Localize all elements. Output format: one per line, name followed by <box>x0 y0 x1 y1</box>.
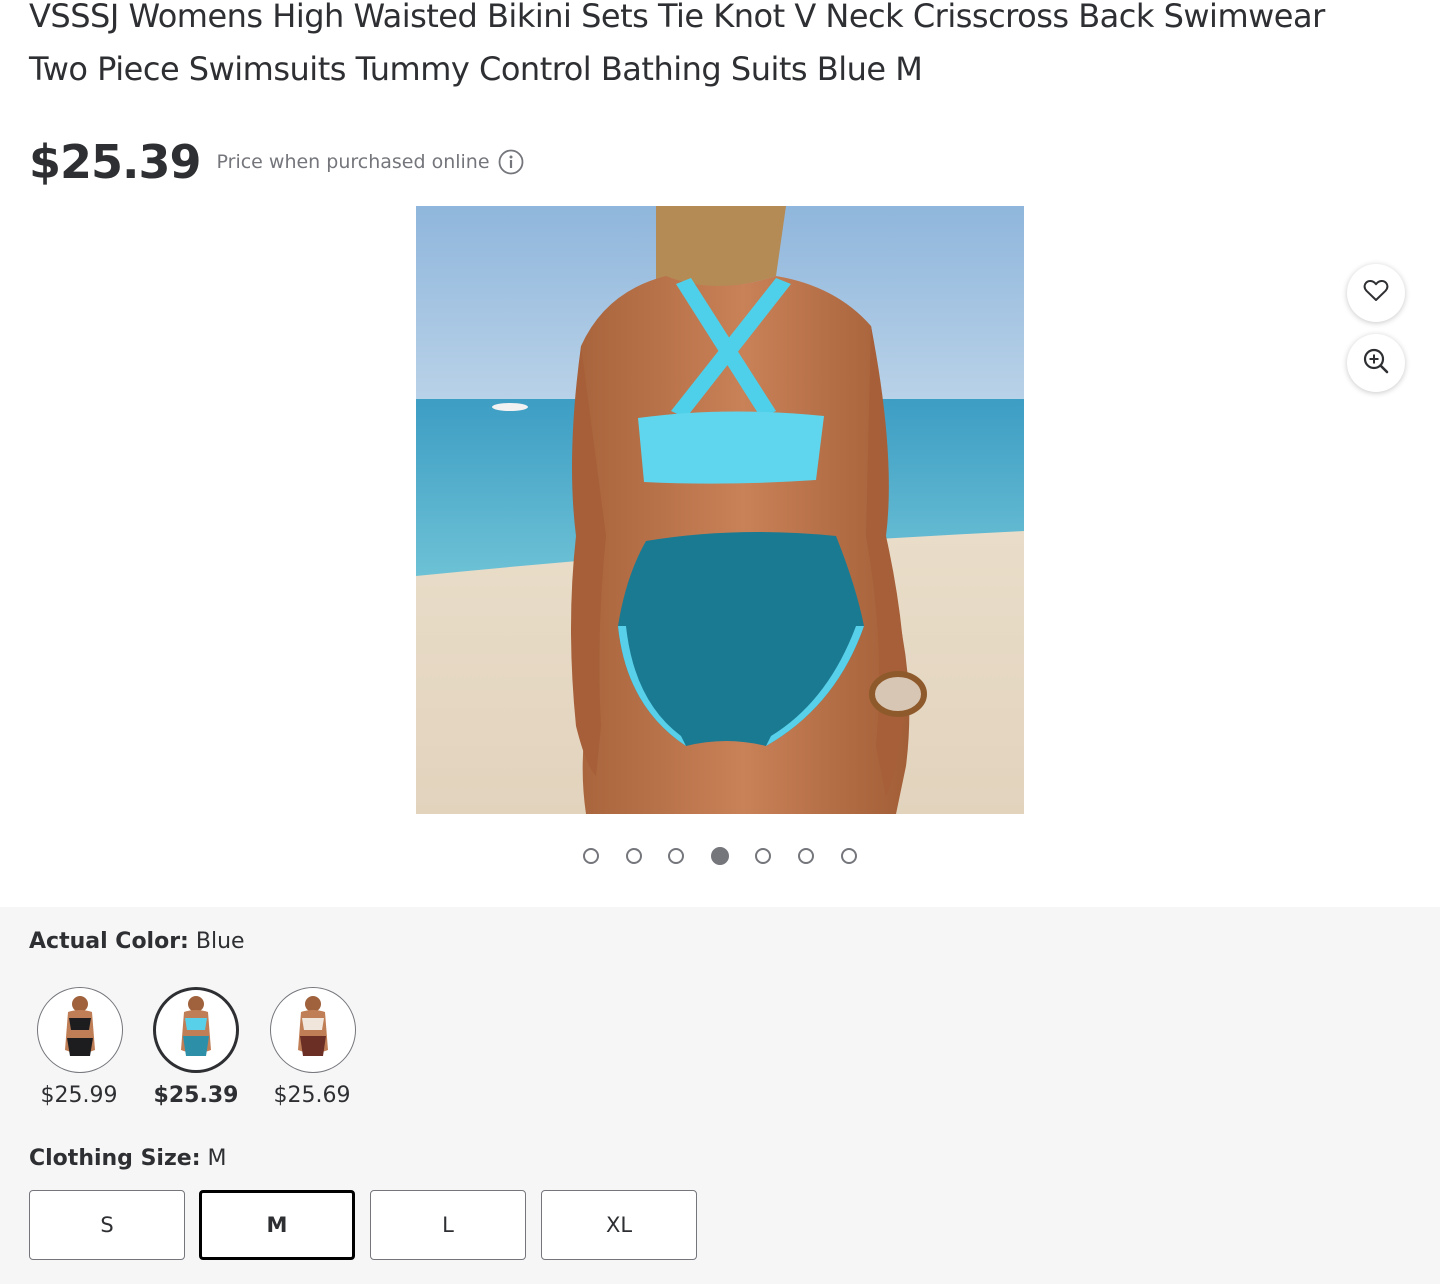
carousel-dot[interactable] <box>797 848 814 864</box>
price-row: $25.39 Price when purchased online <box>29 132 524 192</box>
favorite-button[interactable] <box>1347 264 1405 322</box>
color-swatch-brown[interactable] <box>270 987 356 1073</box>
info-icon[interactable] <box>498 149 524 175</box>
size-option-l[interactable]: L <box>370 1190 526 1260</box>
product-title: VSSSJ Womens High Waisted Bikini Sets Ti… <box>29 0 1325 88</box>
size-option-xl[interactable]: XL <box>541 1190 697 1260</box>
color-label-key: Actual Color: <box>29 929 189 954</box>
color-price-black: $25.99 <box>40 1083 118 1108</box>
price-note-text: Price when purchased online <box>216 151 490 173</box>
carousel-dot[interactable] <box>668 848 685 864</box>
product-image[interactable] <box>416 206 1024 814</box>
product-price: $25.39 <box>29 135 202 189</box>
size-label-key: Clothing Size: <box>29 1146 201 1171</box>
size-option-m[interactable]: M <box>199 1190 355 1260</box>
zoom-in-icon <box>1362 347 1390 379</box>
zoom-button[interactable] <box>1347 334 1405 392</box>
heart-icon <box>1363 279 1389 307</box>
size-label: Clothing Size: M <box>29 1146 226 1171</box>
color-label-value: Blue <box>195 929 245 954</box>
price-note: Price when purchased online <box>217 149 524 175</box>
color-price-brown: $25.69 <box>273 1083 351 1108</box>
carousel-dot-active[interactable] <box>710 847 729 865</box>
color-swatch-blue[interactable] <box>153 987 239 1073</box>
carousel-dot[interactable] <box>840 848 857 864</box>
variant-options: Actual Color: Blue $25.99 $25.39 $25.69 … <box>0 907 1440 1284</box>
carousel-indicators <box>583 847 883 865</box>
color-price-blue: $25.39 <box>153 1083 239 1108</box>
size-label-value: M <box>207 1146 227 1171</box>
color-swatch-black[interactable] <box>37 987 123 1073</box>
color-label: Actual Color: Blue <box>29 929 245 954</box>
carousel-dot[interactable] <box>625 848 642 864</box>
carousel-dot[interactable] <box>583 848 599 864</box>
carousel-dot[interactable] <box>755 848 772 864</box>
size-option-s[interactable]: S <box>29 1190 185 1260</box>
